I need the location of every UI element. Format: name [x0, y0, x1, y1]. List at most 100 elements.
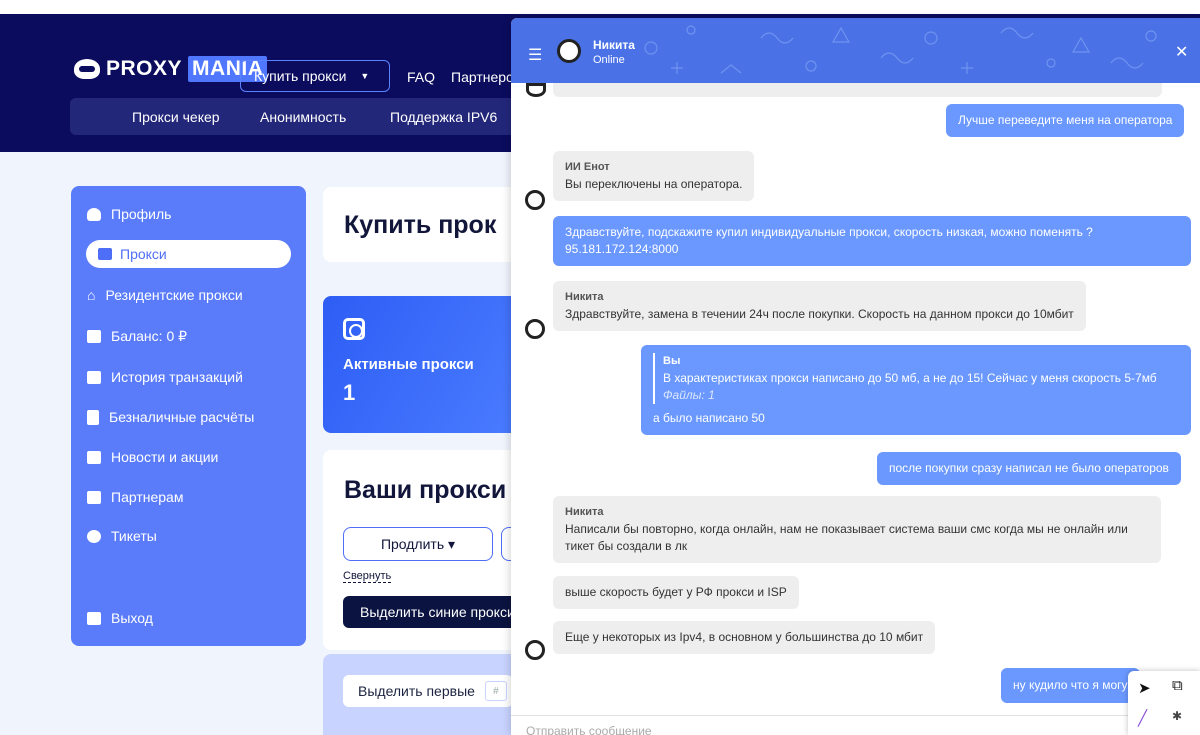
sidebar-item-history[interactable]: История транзакций — [87, 369, 243, 385]
share-icon[interactable]: ⧉ — [1172, 677, 1183, 694]
buy-proxy-dropdown[interactable]: Купить прокси ▼ — [240, 60, 390, 92]
buy-proxy-title: Купить прок — [344, 211, 497, 239]
message-text: Здравствуйте, замена в течении 24ч после… — [565, 307, 1074, 321]
contact-widget: ➤ ⧉ ╱ ✱ — [1128, 671, 1200, 735]
browser-top-strip — [0, 0, 1200, 14]
message-incoming: Никита Написали бы повторно, когда онлай… — [553, 496, 1161, 563]
history-icon — [87, 370, 101, 384]
menu-icon[interactable]: ☰ — [528, 45, 542, 65]
message-author: Никита — [565, 291, 604, 303]
target-icon — [343, 318, 365, 340]
your-proxies-title: Ваши прокси — [344, 476, 507, 504]
sidebar-item-label: Партнерам — [111, 489, 184, 505]
message-text: Написали бы повторно, когда онлайн, нам … — [565, 522, 1128, 536]
message-incoming: выше скорость будет у РФ прокси и ISP — [553, 576, 799, 609]
proxy-icon — [98, 248, 112, 260]
chat-contact-status: Online — [593, 54, 625, 66]
select-first-label: Выделить первые — [358, 683, 475, 699]
sidebar-item-label: Тикеты — [111, 528, 157, 544]
bot-avatar — [526, 83, 546, 97]
prolong-button[interactable]: Продлить ▾ — [343, 527, 493, 561]
sidebar-item-label: Профиль — [111, 206, 172, 222]
sidebar-item-logout[interactable]: Выход — [87, 610, 153, 626]
message-text: Здравствуйте, подскажите купил индивидуа… — [565, 225, 1093, 239]
message-text: выше скорость будет у РФ прокси и ISP — [565, 585, 787, 599]
raccoon-logo-icon — [74, 59, 100, 79]
telegram-icon[interactable]: ➤ — [1138, 679, 1151, 697]
document-icon — [87, 409, 99, 425]
sidebar: Профиль Прокси ⌂ Резидентские прокси Бал… — [71, 186, 306, 646]
collapse-link[interactable]: Свернуть — [343, 570, 392, 583]
sidebar-item-label: Баланс: 0 ₽ — [111, 328, 188, 344]
sidebar-item-news[interactable]: Новости и акции — [87, 449, 218, 465]
chat-window: ☰ Никита Online ✕ Лучше переведите меня … — [511, 18, 1200, 735]
chat-contact-name: Никита — [593, 38, 635, 52]
sidebar-item-label: История транзакций — [111, 369, 243, 385]
chevron-down-icon: ▼ — [360, 71, 370, 81]
nav-partners[interactable]: Партнерс — [451, 69, 513, 85]
message-incoming: Никита Здравствуйте, замена в течении 24… — [553, 281, 1086, 331]
active-proxies-count: 1 — [343, 380, 356, 405]
operator-avatar — [525, 319, 545, 339]
message-text: Вы переключены на оператора. — [565, 177, 743, 191]
sidebar-item-label: Безналичные расчёты — [109, 409, 255, 425]
quote-text: В характеристиках прокси написано до 50 … — [663, 371, 1157, 385]
pen-icon[interactable]: ╱ — [1138, 709, 1147, 727]
active-proxies-card: Активные прокси 1 — [323, 296, 523, 433]
message-incoming: ИИ Енот Вы переключены на оператора. — [553, 151, 755, 201]
chat-header: ☰ Никита Online ✕ — [511, 18, 1200, 83]
quote-files[interactable]: Файлы: 1 — [663, 387, 1179, 404]
selection-toolbar: Выделить первые # — [323, 654, 523, 735]
subnav-ipv6[interactable]: Поддержка IPV6 — [390, 109, 497, 125]
buy-proxy-label: Купить прокси — [254, 68, 347, 84]
sidebar-item-proxy[interactable]: Прокси — [86, 240, 291, 268]
sidebar-item-invoices[interactable]: Безналичные расчёты — [87, 409, 254, 425]
settings-icon[interactable]: ✱ — [1172, 709, 1182, 723]
handshake-icon — [87, 490, 101, 504]
site-logo[interactable]: PROXY MANIA — [74, 56, 268, 82]
active-proxies-label: Активные прокси — [343, 356, 474, 373]
buy-proxy-card: Купить прок — [323, 187, 523, 262]
operator-avatar — [557, 39, 581, 63]
operator-avatar — [525, 640, 545, 660]
sidebar-item-balance[interactable]: Баланс: 0 ₽ — [87, 328, 187, 345]
message-text: ну кудило что я могу — [1013, 678, 1128, 692]
message-incoming: Еще у некоторых из Ipv4, в основном у бо… — [553, 621, 936, 654]
sidebar-item-label: Выход — [111, 610, 153, 626]
select-first-control[interactable]: Выделить первые # — [343, 675, 513, 707]
sidebar-item-label: Новости и акции — [111, 449, 219, 465]
message-text: Лучше переведите меня на оператора — [958, 113, 1173, 127]
chat-icon — [87, 529, 101, 543]
home-icon: ⌂ — [87, 287, 96, 303]
highlight-blue-button[interactable]: Выделить синие прокси — [343, 596, 523, 628]
logo-text: PROXY — [106, 57, 183, 80]
user-icon — [87, 207, 101, 221]
message-text: а было написано 50 — [653, 411, 765, 425]
message-outgoing: Здравствуйте, подскажите купил индивидуа… — [553, 216, 1191, 266]
select-first-count-input[interactable]: # — [484, 681, 507, 701]
message-author: ИИ Енот — [565, 161, 610, 173]
news-icon — [87, 450, 101, 464]
message-outgoing-reply: Вы В характеристиках прокси написано до … — [641, 345, 1191, 435]
sidebar-item-label: Прокси — [120, 246, 167, 262]
sidebar-item-profile[interactable]: Профиль — [87, 206, 171, 222]
close-icon[interactable]: ✕ — [1175, 42, 1188, 62]
message-text: Еще у некоторых из Ipv4, в основном у бо… — [565, 630, 924, 644]
sidebar-item-tickets[interactable]: Тикеты — [87, 528, 157, 544]
quoted-message: Вы В характеристиках прокси написано до … — [653, 353, 1179, 404]
subnav-anonymity[interactable]: Анонимность — [260, 109, 346, 125]
sidebar-item-residential[interactable]: ⌂ Резидентские прокси — [87, 287, 243, 303]
message-author: Никита — [565, 506, 604, 518]
bot-avatar — [525, 190, 545, 210]
message-text: тикет бы создали в лк — [565, 539, 688, 553]
your-proxies-card: Ваши прокси Продлить ▾ Свернуть Выделить… — [323, 450, 531, 650]
message-input[interactable]: Отправить сообщение — [511, 715, 1200, 735]
message-outgoing: после покупки сразу написал не было опер… — [877, 452, 1181, 485]
message-text: после покупки сразу написал не было опер… — [889, 461, 1169, 475]
message-text: 95.181.172.124:8000 — [565, 242, 679, 256]
subnav-proxy-checker[interactable]: Прокси чекер — [132, 109, 220, 125]
sidebar-item-partners[interactable]: Партнерам — [87, 489, 183, 505]
nav-faq[interactable]: FAQ — [407, 69, 435, 85]
message-outgoing: Лучше переведите меня на оператора — [946, 104, 1185, 137]
quote-author: Вы — [663, 355, 681, 367]
